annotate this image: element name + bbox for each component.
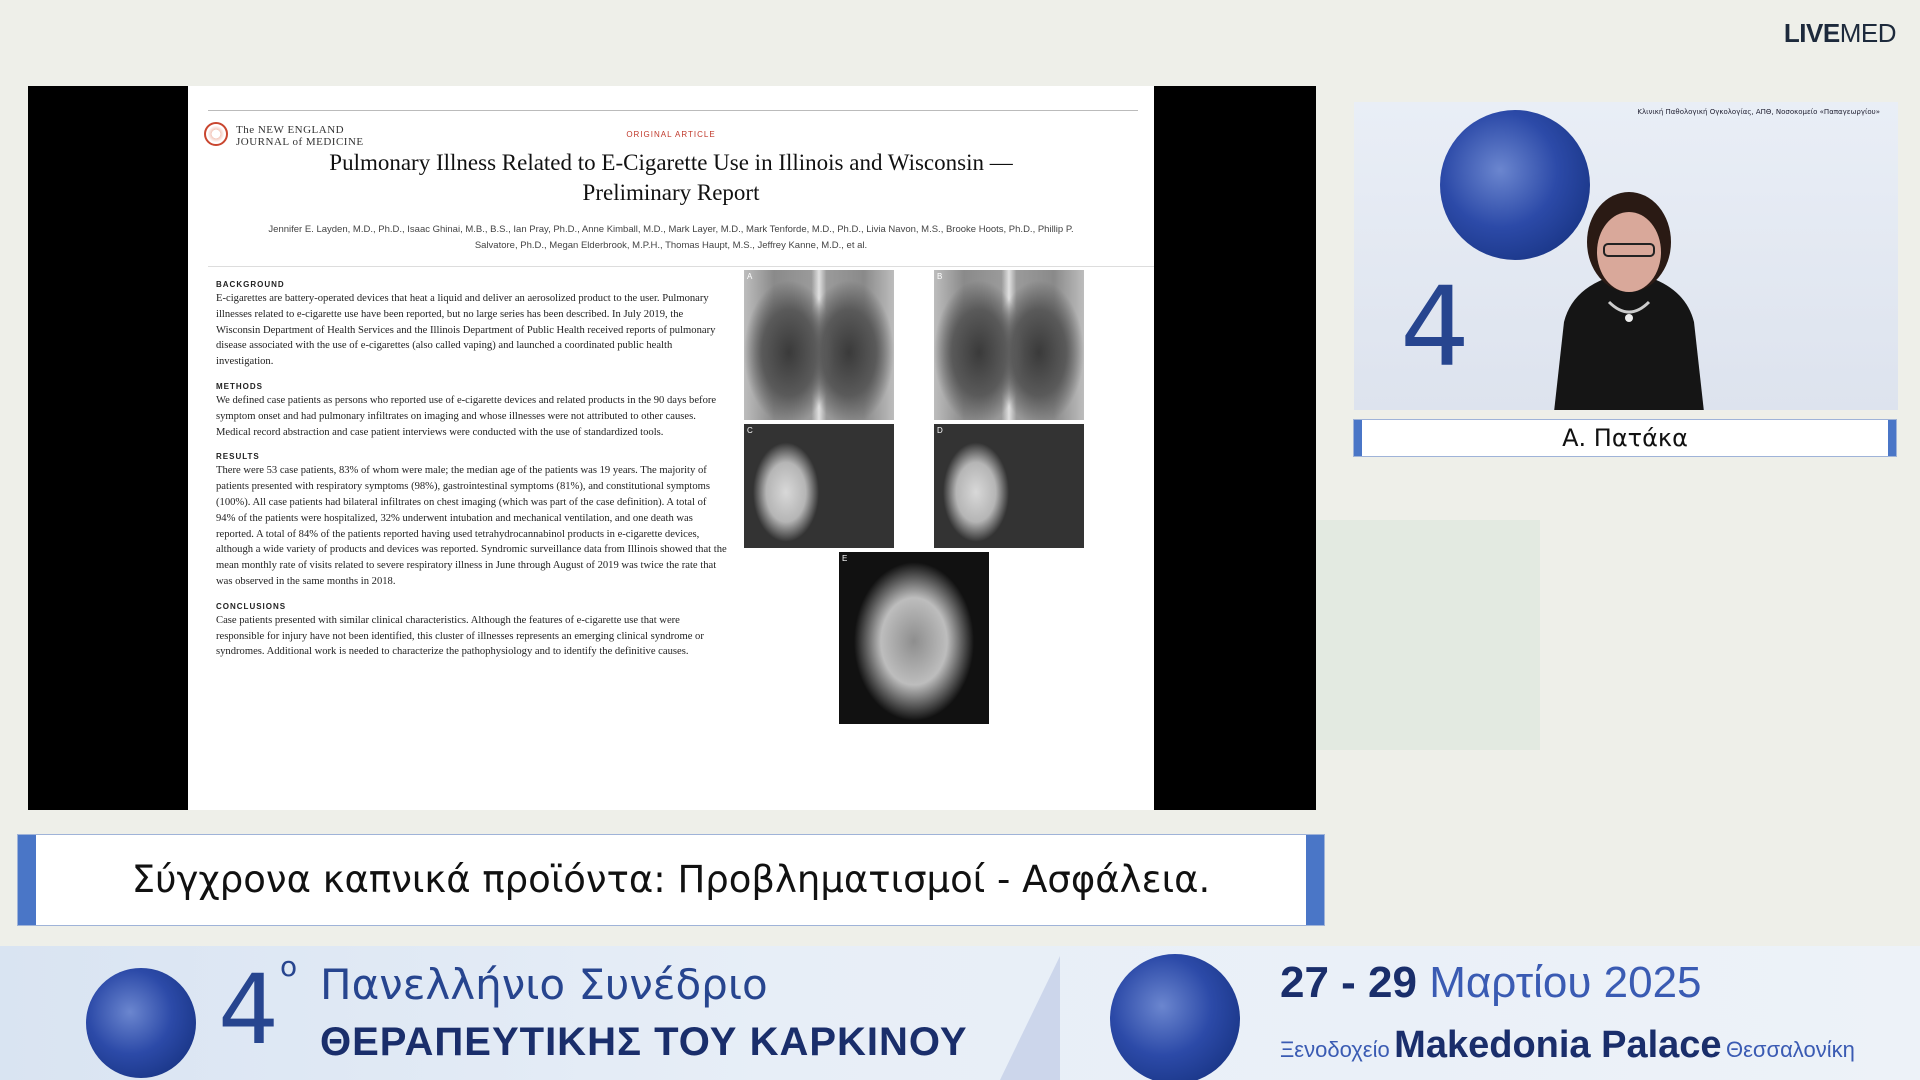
- venue-name: Makedonia Palace: [1394, 1024, 1722, 1066]
- congress-globe-left-icon: [86, 968, 196, 1078]
- congress-name-line1: Πανελλήνιο Συνέδριο: [320, 960, 768, 1009]
- figure-label-d: D: [937, 426, 943, 435]
- decorative-triangle: [1000, 956, 1060, 1080]
- congress-globe-right-icon: [1110, 954, 1240, 1080]
- figure-panel-c: C: [744, 424, 894, 548]
- header-rule: [208, 110, 1138, 111]
- congress-days: 27 - 29: [1280, 958, 1417, 1007]
- speaker-video: Κλινική Παθολογική Ογκολογίας, ΑΠΘ, Νοσο…: [1354, 102, 1898, 410]
- livemed-logo: LIVEMED: [1783, 18, 1897, 48]
- congress-ordinal-suffix: ο: [280, 950, 298, 983]
- congress-venue: Ξενοδοχείο Makedonia Palace Θεσσαλονίκη: [1280, 1024, 1855, 1067]
- section-text-results: There were 53 case patients, 83% of whom…: [216, 465, 727, 587]
- figure-label-a: A: [747, 272, 753, 281]
- talk-title-banner: Σύγχρονα καπνικά προϊόντα: Προβληματισμο…: [18, 835, 1324, 925]
- speaker-affiliation: Κλινική Παθολογική Ογκολογίας, ΑΠΘ, Νοσο…: [1637, 108, 1880, 116]
- article-abstract: BACKGROUND E-cigarettes are battery-oper…: [216, 279, 728, 660]
- section-heading-conclusions: CONCLUSIONS: [216, 601, 287, 611]
- section-heading-results: RESULTS: [216, 452, 260, 462]
- speaker-nameplate: Α. Πατάκα: [1354, 420, 1896, 456]
- congress-month: Μαρτίου 2025: [1429, 958, 1702, 1007]
- congress-ordinal: 4: [218, 954, 280, 1066]
- background-watermark: [1300, 520, 1540, 750]
- congress-footer-banner: 4 ο Πανελλήνιο Συνέδριο ΘΕΡΑΠΕΥΤΙΚΗΣ ΤΟΥ…: [0, 946, 1920, 1080]
- venue-prefix: Ξενοδοχείο: [1280, 1037, 1390, 1062]
- section-text-methods: We defined case patients as persons who …: [216, 394, 717, 438]
- section-text-conclusions: Case patients presented with similar cli…: [216, 614, 704, 658]
- congress-name-line2: ΘΕΡΑΠΕΥΤΙΚΗΣ ΤΟΥ ΚΑΡΚΙΝΟΥ: [320, 1020, 968, 1064]
- section-heading-methods: METHODS: [216, 381, 263, 391]
- section-rule: [208, 266, 1154, 267]
- figure-label-b: B: [937, 272, 943, 281]
- figure-panel-e: E: [839, 552, 989, 724]
- congress-dates: 27 - 29 Μαρτίου 2025: [1280, 958, 1702, 1008]
- backdrop-number: 4: [1400, 263, 1470, 391]
- article-title: Pulmonary Illness Related to E-Cigarette…: [329, 150, 1013, 205]
- figure-label-e: E: [842, 554, 848, 563]
- speaker-person: [1554, 192, 1704, 410]
- article-kicker: ORIGINAL ARTICLE: [626, 130, 716, 139]
- section-heading-background: BACKGROUND: [216, 280, 285, 289]
- shared-slide: The NEW ENGLAND JOURNAL of MEDICINE ORIG…: [28, 86, 1316, 810]
- article-authors: Jennifer E. Layden, M.D., Ph.D., Isaac G…: [268, 224, 1074, 251]
- figure-label-c: C: [747, 426, 753, 435]
- figure-panel-a: A: [744, 270, 894, 420]
- figure-panel-d: D: [934, 424, 1084, 548]
- section-text-background: E-cigarettes are battery-operated device…: [216, 293, 716, 368]
- venue-city: Θεσσαλονίκη: [1726, 1037, 1855, 1062]
- figure-panel-b: B: [934, 270, 1084, 420]
- journal-article-page: The NEW ENGLAND JOURNAL of MEDICINE ORIG…: [188, 86, 1154, 810]
